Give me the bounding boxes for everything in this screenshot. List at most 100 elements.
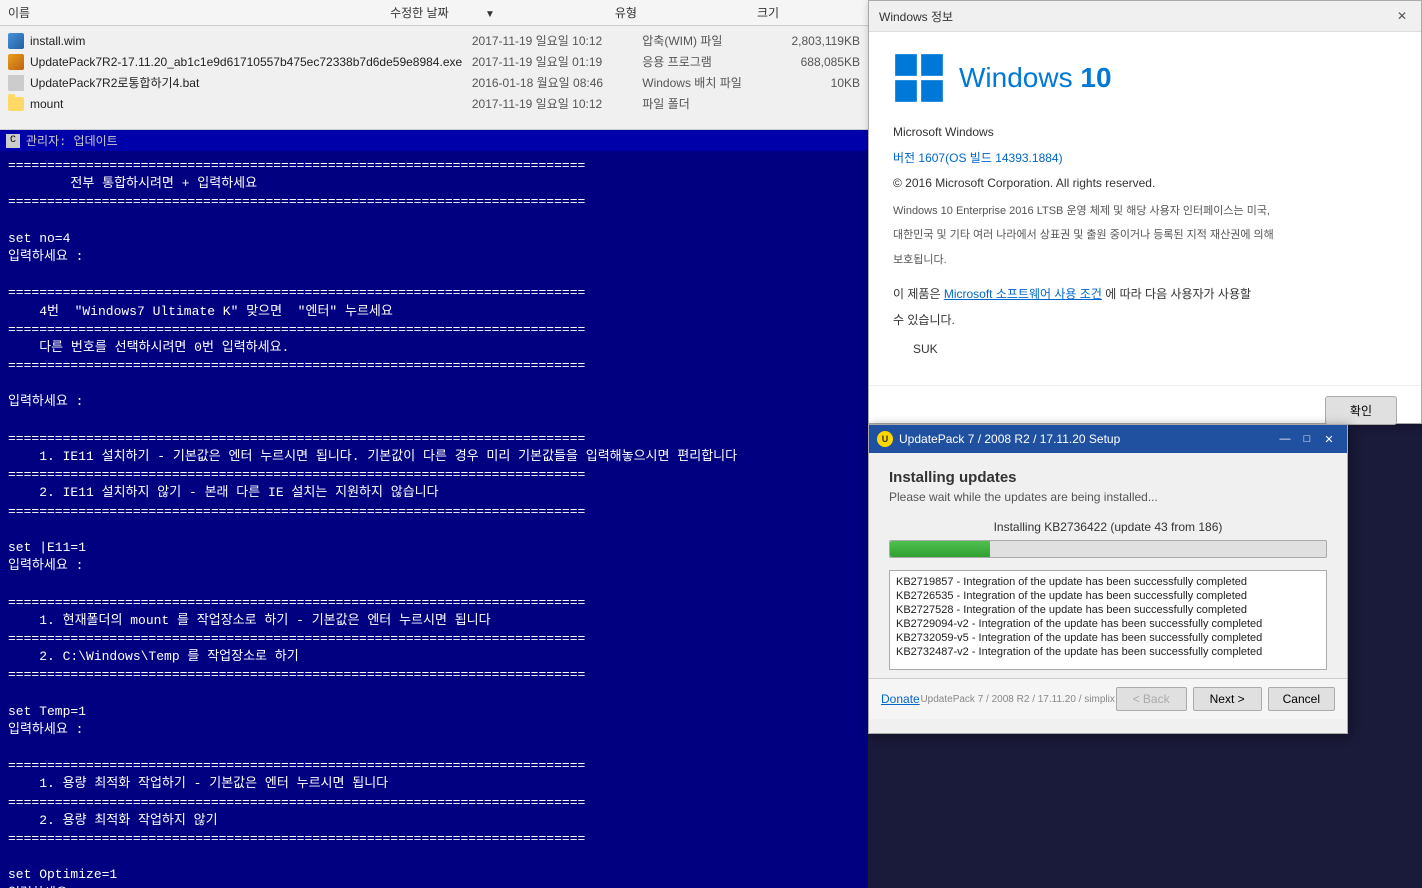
version-label: 버전 1607(OS 빌드 14393.1884) [893,148,1397,170]
cmd-line: 1. 용량 최적화 작업하기 - 기본값은 엔터 누르시면 됩니다 [8,775,860,793]
folder-icon [8,97,24,111]
close-button[interactable]: ✕ [1319,431,1339,447]
cmd-line: 입력하세요 : [8,248,860,266]
up-subtitle: Please wait while the updates are being … [889,490,1327,504]
up-footer: Donate UpdatePack 7 / 2008 R2 / 17.11.20… [869,678,1347,719]
win10-logo-area: Windows 10 [893,52,1397,104]
col-type: 유형 [615,4,637,21]
user-label: SUK [913,339,1397,361]
cmd-line: 2. 용량 최적화 작업하지 않기 [8,812,860,830]
back-button[interactable]: < Back [1116,687,1187,711]
maximize-button[interactable]: □ [1297,431,1317,447]
cmd-line: 입력하세요 : [8,721,860,739]
cmd-line [8,412,860,430]
file-explorer: 이름 수정한 날짜 ▼ 유형 크기 install.wim 2017-11-19… [0,0,868,130]
license-link[interactable]: Microsoft 소프트웨어 사용 조건 [944,287,1102,301]
cmd-line: set Optimize=1 [8,866,860,884]
file-date: 2016-01-18 월요일 08:46 [472,74,642,91]
desc-line2: 대한민국 및 기타 여러 나라에서 상표권 및 출원 중이거나 등록된 지적 재… [893,227,1397,244]
file-size: 10KB [775,76,860,90]
file-list: install.wim 2017-11-19 일요일 10:12 압축(WIM)… [0,26,868,118]
cmd-line: ========================================… [8,594,860,612]
win-info-body: Windows 10 Microsoft Windows 버전 1607(OS … [869,32,1421,385]
up-body: Installing updates Please wait while the… [869,453,1347,678]
log-entry: KB2727528 - Integration of the update ha… [894,603,1322,617]
win-controls: ✕ [1393,7,1411,25]
up-footer-btns: < Back Next > Cancel [1116,687,1335,711]
up-title-area: U UpdatePack 7 / 2008 R2 / 17.11.20 Setu… [877,431,1120,447]
file-type: Windows 배치 파일 [642,74,775,91]
file-row[interactable]: UpdatePack7R2-17.11.20_ab1c1e9d61710557b… [0,51,868,72]
license-line2: 수 있습니다. [893,310,1397,332]
file-date: 2017-11-19 일요일 01:19 [472,53,642,70]
cmd-line [8,739,860,757]
log-entry: KB2729094-v2 - Integration of the update… [894,617,1322,631]
cmd-line [8,266,860,284]
license-text: 이 제품은 Microsoft 소프트웨어 사용 조건 에 따라 다음 사용자가… [893,284,1397,306]
cmd-output: ========================================… [8,157,860,888]
updatepack-dialog: U UpdatePack 7 / 2008 R2 / 17.11.20 Setu… [868,424,1348,734]
file-row[interactable]: mount 2017-11-19 일요일 10:12 파일 폴더 [0,93,868,114]
file-name: UpdatePack7R2-17.11.20_ab1c1e9d61710557b… [8,54,472,70]
file-date: 2017-11-19 일요일 10:12 [472,95,642,112]
up-progress-fill [890,541,990,557]
cmd-line: 입력하세요 : [8,557,860,575]
cmd-line: ========================================… [8,503,860,521]
file-name: UpdatePack7R2로통합하기4.bat [8,74,472,91]
file-name-text: UpdatePack7R2-17.11.20_ab1c1e9d61710557b… [30,55,462,69]
next-button[interactable]: Next > [1193,687,1262,711]
cmd-line: ========================================… [8,284,860,302]
win-logo-number: 10 [1080,62,1111,93]
cmd-line [8,848,860,866]
cancel-button[interactable]: Cancel [1268,687,1335,711]
copyright: © 2016 Microsoft Corporation. All rights… [893,173,1397,195]
bat-icon [8,75,24,91]
win-info-title: Windows 정보 [879,8,953,25]
cmd-line: 4번 "Windows7 Ultimate K" 맞으면 "엔터" 누르세요 [8,303,860,321]
close-button[interactable]: ✕ [1393,7,1411,25]
cmd-line: 1. 현재폴더의 mount 를 작업장소로 하기 - 기본값은 엔터 누르시면… [8,612,860,630]
cmd-icon: C [6,134,20,148]
cmd-terminal: C 관리자: 업데이트 ============================… [0,130,868,888]
cmd-line: 1. IE11 설치하기 - 기본값은 엔터 누르시면 됩니다. 기본값이 다른… [8,448,860,466]
cmd-title: 관리자: 업데이트 [26,132,118,149]
log-entry: KB2732059-v5 - Integration of the update… [894,631,1322,645]
up-log[interactable]: KB2719857 - Integration of the update ha… [889,570,1327,670]
cmd-line: ========================================… [8,666,860,684]
desc-line1: Windows 10 Enterprise 2016 LTSB 운영 체제 및 … [893,203,1397,220]
cmd-line: ========================================… [8,757,860,775]
file-name-text: install.wim [30,34,85,48]
win10-title: Windows 10 [959,62,1112,94]
cmd-line: set no=4 [8,230,860,248]
cmd-line [8,521,860,539]
win-logo-text: Windows [959,62,1080,93]
col-size: 크기 [757,4,779,21]
donate-link[interactable]: Donate [881,692,920,706]
ok-button[interactable]: 확인 [1325,396,1397,425]
up-win-controls: — □ ✕ [1275,431,1339,447]
minimize-button[interactable]: — [1275,431,1295,447]
cmd-line: set |E11=1 [8,539,860,557]
file-type: 압축(WIM) 파일 [642,32,775,49]
file-name: mount [8,97,472,111]
wim-icon [8,33,24,49]
file-row[interactable]: UpdatePack7R2로통합하기4.bat 2016-01-18 월요일 0… [0,72,868,93]
file-size: 2,803,119KB [775,34,860,48]
desc-line3: 보호됩니다. [893,252,1397,269]
up-title-icon: U [877,431,893,447]
file-name-text: UpdatePack7R2로통합하기4.bat [30,74,199,91]
sort-arrow: ▼ [485,9,495,20]
windows-info-panel: Windows 정보 ✕ Windows 10 Microsoft Window… [868,0,1422,424]
file-row[interactable]: install.wim 2017-11-19 일요일 10:12 압축(WIM)… [0,30,868,51]
cmd-line: 2. C:\Windows\Temp 를 작업장소로 하기 [8,648,860,666]
explorer-header: 이름 수정한 날짜 ▼ 유형 크기 [0,0,868,26]
up-progress-bar [889,540,1327,558]
log-entry: KB2726535 - Integration of the update ha… [894,589,1322,603]
cmd-line: ========================================… [8,357,860,375]
cmd-line: ========================================… [8,830,860,848]
up-titlebar: U UpdatePack 7 / 2008 R2 / 17.11.20 Setu… [869,425,1347,453]
exe-icon [8,54,24,70]
win-info-titlebar: Windows 정보 ✕ [869,1,1421,32]
cmd-line [8,575,860,593]
cmd-line: set Temp=1 [8,703,860,721]
